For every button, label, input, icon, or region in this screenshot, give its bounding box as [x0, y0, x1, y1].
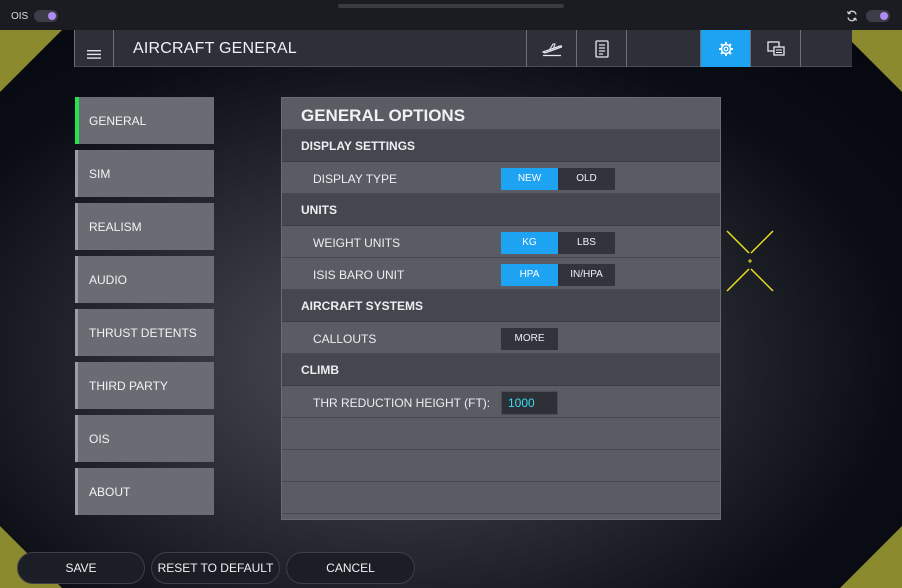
- baro-hpa-option[interactable]: HPA: [501, 264, 558, 286]
- isis-baro-row: ISIS BARO UNIT HPA IN/HPA: [282, 258, 720, 290]
- empty-row: [282, 450, 720, 482]
- callouts-more-button[interactable]: MORE: [501, 328, 558, 350]
- nav-item-label: AUDIO: [89, 272, 128, 287]
- weight-lbs-option[interactable]: LBS: [558, 232, 615, 254]
- aircraft-takeoff-icon: [540, 42, 562, 56]
- sync-icon[interactable]: [846, 10, 858, 22]
- section-climb: CLIMB: [282, 354, 720, 386]
- checklist-icon: [594, 39, 609, 58]
- hamburger-icon: [87, 50, 101, 59]
- display-type-selector: NEW OLD: [501, 168, 615, 190]
- save-button[interactable]: SAVE: [17, 552, 145, 584]
- display-type-old-option[interactable]: OLD: [558, 168, 615, 190]
- callouts-row: CALLOUTS MORE: [282, 322, 720, 354]
- gear-icon: [718, 41, 733, 56]
- reset-to-default-button[interactable]: RESET TO DEFAULT: [151, 552, 280, 584]
- nav-item-label: THRUST DETENTS: [89, 325, 197, 340]
- nav-item-third-party[interactable]: THIRD PARTY: [75, 362, 214, 409]
- sync-toggle[interactable]: [866, 10, 890, 22]
- nav-item-general[interactable]: GENERAL: [75, 97, 214, 144]
- nav-item-label: REALISM: [89, 219, 142, 234]
- settings-nav: GENERAL SIM REALISM AUDIO THRUST DETENTS…: [75, 97, 214, 521]
- toggle-knob: [880, 12, 888, 20]
- tab-checklist[interactable]: [576, 30, 626, 67]
- cancel-button[interactable]: CANCEL: [286, 552, 415, 584]
- corner-accent-top-left: [0, 30, 62, 92]
- baro-inhpa-option[interactable]: IN/HPA: [558, 264, 615, 286]
- display-type-new-option[interactable]: NEW: [501, 168, 558, 190]
- menu-button[interactable]: [74, 30, 114, 67]
- nav-item-about[interactable]: ABOUT: [75, 468, 214, 515]
- nav-item-label: GENERAL: [89, 113, 147, 128]
- nav-item-ois[interactable]: OIS: [75, 415, 214, 462]
- nav-item-realism[interactable]: REALISM: [75, 203, 214, 250]
- callouts-label: CALLOUTS: [313, 332, 377, 346]
- top-bar: OIS: [0, 0, 902, 30]
- tab-settings[interactable]: [700, 30, 750, 67]
- tab-flight[interactable]: [526, 30, 576, 67]
- nav-item-audio[interactable]: AUDIO: [75, 256, 214, 303]
- display-type-label: DISPLAY TYPE: [313, 172, 398, 186]
- thr-reduction-row: THR REDUCTION HEIGHT (FT):: [282, 386, 720, 418]
- tab-blank[interactable]: [626, 30, 700, 67]
- toggle-knob: [48, 12, 56, 20]
- section-aircraft-systems: AIRCRAFT SYSTEMS: [282, 290, 720, 322]
- crosshair-icon: [726, 230, 774, 292]
- display-settings-icon: [766, 40, 785, 56]
- section-display-settings: DISPLAY SETTINGS: [282, 130, 720, 162]
- nav-item-label: THIRD PARTY: [89, 378, 168, 393]
- isis-baro-selector: HPA IN/HPA: [501, 264, 615, 286]
- efb-screen: AIRCRAFT GENERAL GENERAL SIM REALISM AUD…: [0, 30, 902, 588]
- empty-row: [282, 482, 720, 514]
- weight-kg-option[interactable]: KG: [501, 232, 558, 254]
- app-header: AIRCRAFT GENERAL: [74, 30, 852, 67]
- thr-reduction-label: THR REDUCTION HEIGHT (FT):: [313, 396, 491, 410]
- nav-item-sim[interactable]: SIM: [75, 150, 214, 197]
- weight-units-selector: KG LBS: [501, 232, 615, 254]
- tab-display[interactable]: [750, 30, 800, 67]
- nav-item-thrust-detents[interactable]: THRUST DETENTS: [75, 309, 214, 356]
- tab-extra[interactable]: [800, 30, 850, 67]
- general-options-panel: GENERAL OPTIONS DISPLAY SETTINGS DISPLAY…: [281, 97, 721, 520]
- empty-row: [282, 418, 720, 450]
- thr-reduction-input[interactable]: [501, 391, 558, 415]
- nav-item-label: ABOUT: [89, 484, 131, 499]
- top-notch: [338, 4, 564, 8]
- ois-toggle[interactable]: [34, 10, 58, 22]
- nav-item-label: SIM: [89, 166, 111, 181]
- isis-baro-label: ISIS BARO UNIT: [313, 268, 405, 282]
- ois-label: OIS: [11, 11, 29, 22]
- section-units: UNITS: [282, 194, 720, 226]
- weight-units-label: WEIGHT UNITS: [313, 236, 401, 250]
- display-type-row: DISPLAY TYPE NEW OLD: [282, 162, 720, 194]
- weight-units-row: WEIGHT UNITS KG LBS: [282, 226, 720, 258]
- panel-title: GENERAL OPTIONS: [282, 98, 720, 130]
- page-title: AIRCRAFT GENERAL: [133, 40, 297, 57]
- nav-item-label: OIS: [89, 431, 110, 446]
- footer-bar: SAVE RESET TO DEFAULT CANCEL: [0, 548, 902, 588]
